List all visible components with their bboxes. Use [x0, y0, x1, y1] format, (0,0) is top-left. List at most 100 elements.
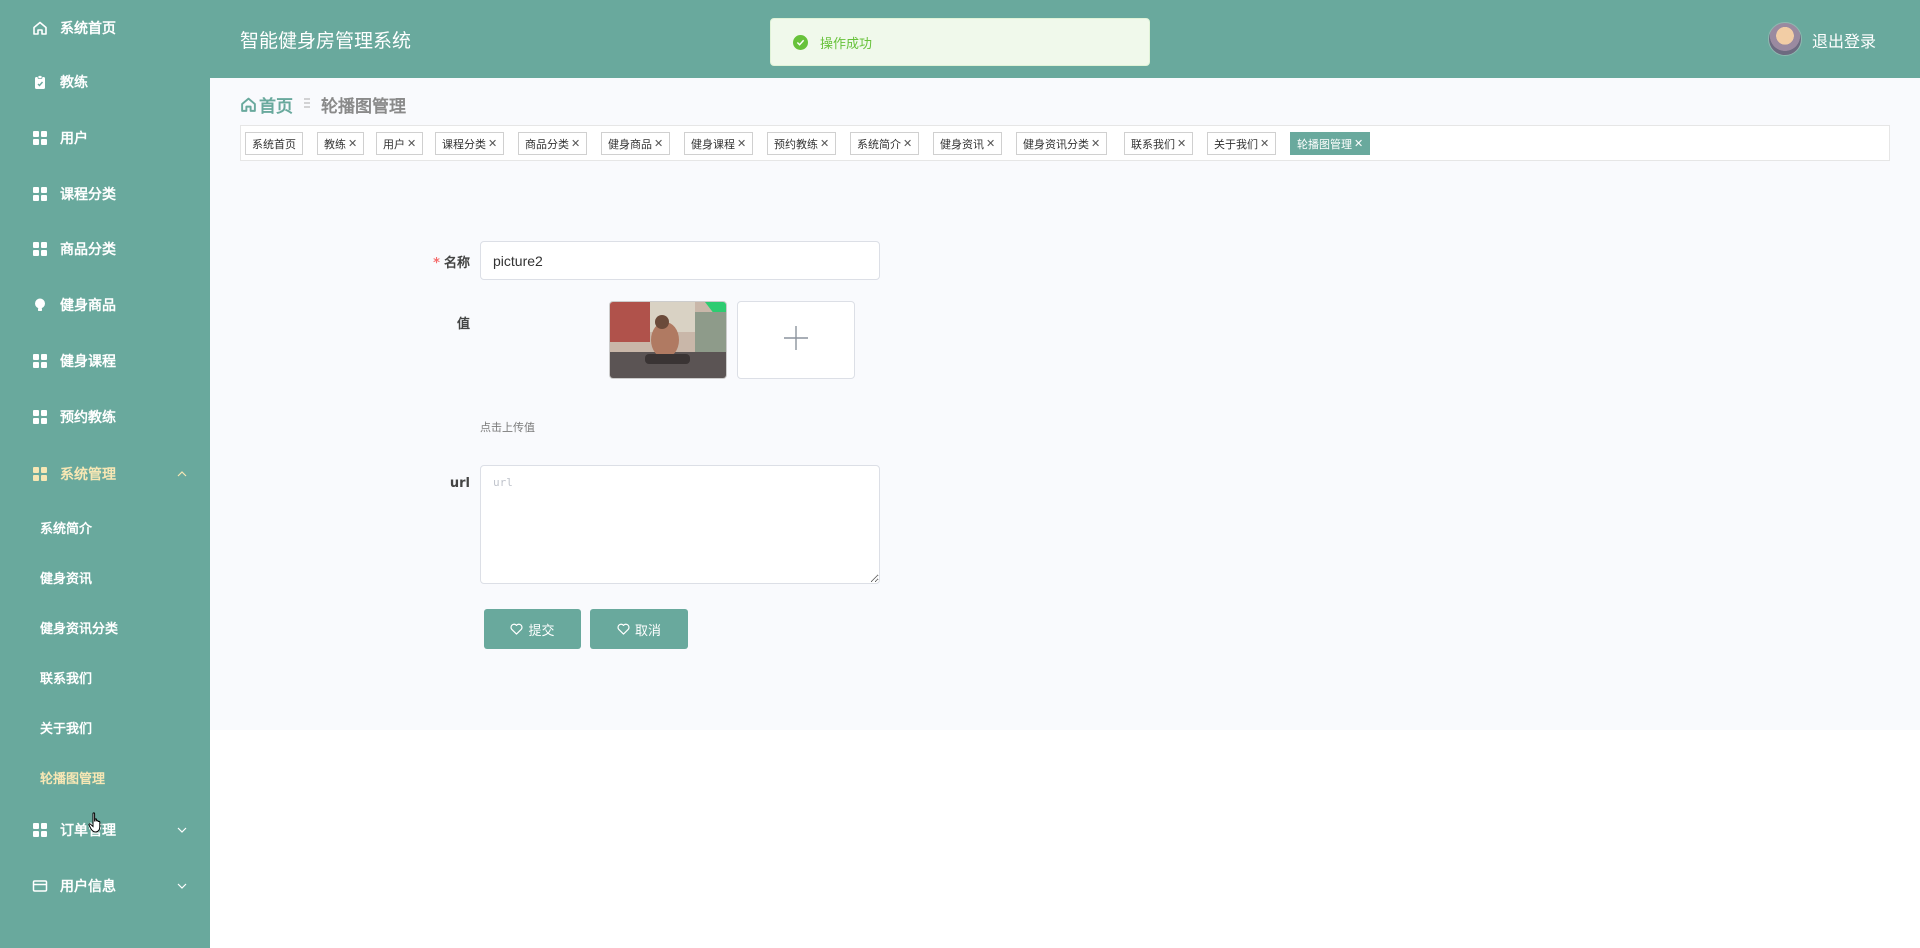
close-icon[interactable]: ✕: [348, 137, 357, 150]
sidebar-item-label: 课程分类: [60, 187, 116, 203]
sidebar-item-user-info[interactable]: 用户信息: [0, 858, 210, 914]
uploaded-image-thumbnail[interactable]: [609, 301, 727, 379]
sidebar-item-book-coach[interactable]: 预约教练: [0, 389, 210, 445]
sidebar: 系统首页 教练 用户 课程分类 商品分类 健身商品 健身课程 预约教练 系统管理: [0, 0, 210, 948]
value-label: 值: [456, 317, 470, 332]
tag-fitness-courses[interactable]: 健身课程 ✕: [684, 132, 754, 155]
sidebar-subitem-system-intro[interactable]: 系统简介: [0, 502, 210, 552]
sidebar-item-fitness-courses[interactable]: 健身课程: [0, 333, 210, 389]
close-icon[interactable]: ✕: [737, 137, 746, 150]
sidebar-subitem-label: 系统简介: [40, 521, 93, 537]
tag-book-coach[interactable]: 预约教练 ✕: [767, 132, 837, 155]
tag-label: 关于我们: [1214, 137, 1258, 151]
sidebar-item-user[interactable]: 用户: [0, 110, 210, 166]
sidebar-subitem-label: 轮播图管理: [40, 771, 106, 787]
sidebar-item-system-management[interactable]: 系统管理: [0, 446, 210, 502]
tag-course-category[interactable]: 课程分类 ✕: [435, 132, 505, 155]
grid-icon: [32, 466, 48, 482]
toast-message: 操作成功: [820, 36, 873, 52]
hand-cursor-icon: [88, 812, 104, 838]
sidebar-subitem-carousel-management[interactable]: 轮播图管理: [0, 752, 210, 802]
tag-contact-us[interactable]: 联系我们 ✕: [1124, 132, 1194, 155]
tag-label: 系统简介: [857, 137, 901, 151]
close-icon[interactable]: ✕: [1260, 137, 1269, 150]
sidebar-item-label: 用户: [60, 131, 88, 147]
breadcrumb-separator-icon: [303, 97, 311, 112]
sidebar-item-product-category[interactable]: 商品分类: [0, 221, 210, 277]
sidebar-item-label: 教练: [60, 75, 88, 91]
chevron-up-icon: [176, 468, 188, 480]
sidebar-item-label: 预约教练: [60, 410, 116, 426]
submit-label: 提交: [528, 623, 555, 639]
tag-label: 健身资讯分类: [1023, 137, 1089, 151]
sidebar-subitem-label: 健身资讯: [40, 571, 93, 587]
tag-label: 用户: [383, 137, 405, 151]
tag-product-category[interactable]: 商品分类 ✕: [518, 132, 588, 155]
sidebar-item-label: 系统首页: [60, 21, 116, 37]
chevron-down-icon: [176, 824, 188, 836]
grid-icon: [32, 241, 48, 257]
close-icon[interactable]: ✕: [903, 137, 912, 150]
close-icon[interactable]: ✕: [986, 137, 995, 150]
success-toast: 操作成功: [770, 18, 1150, 66]
name-input[interactable]: [480, 241, 880, 280]
tag-home[interactable]: 系统首页: [245, 132, 303, 155]
tag-user[interactable]: 用户 ✕: [376, 132, 424, 155]
app-title: 智能健身房管理系统: [240, 30, 412, 52]
avatar[interactable]: [1768, 22, 1802, 56]
sidebar-subitem-label: 联系我们: [40, 671, 93, 687]
sidebar-item-label: 健身课程: [60, 354, 116, 370]
sidebar-item-label: 商品分类: [60, 242, 116, 258]
tag-label: 系统首页: [252, 137, 296, 151]
tag-fitness-news[interactable]: 健身资讯 ✕: [933, 132, 1003, 155]
close-icon[interactable]: ✕: [571, 137, 580, 150]
submit-button[interactable]: 提交: [484, 609, 581, 649]
tag-label: 商品分类: [525, 137, 569, 151]
plus-icon: [782, 324, 810, 356]
tag-label: 健身商品: [608, 137, 652, 151]
close-icon[interactable]: ✕: [488, 137, 497, 150]
tag-label: 课程分类: [442, 137, 486, 151]
close-icon[interactable]: ✕: [1354, 137, 1363, 150]
sidebar-item-order-management[interactable]: 订单管理: [0, 802, 210, 858]
sidebar-item-coach[interactable]: 教练: [0, 54, 210, 110]
grid-icon: [32, 353, 48, 369]
tag-fitness-news-category[interactable]: 健身资讯分类 ✕: [1016, 132, 1108, 155]
close-icon[interactable]: ✕: [820, 137, 829, 150]
sidebar-item-label: 系统管理: [60, 467, 116, 483]
tag-carousel-management[interactable]: 轮播图管理 ✕: [1290, 132, 1371, 155]
sidebar-subitem-contact-us[interactable]: 联系我们: [0, 652, 210, 702]
breadcrumb-home-label: 首页: [259, 97, 293, 117]
sidebar-item-fitness-products[interactable]: 健身商品: [0, 277, 210, 333]
sidebar-subitem-about-us[interactable]: 关于我们: [0, 702, 210, 752]
card-icon: [32, 878, 48, 894]
home-icon: [240, 96, 257, 113]
sidebar-item-course-category[interactable]: 课程分类: [0, 166, 210, 222]
name-label: * 名称: [400, 252, 470, 271]
image-upload-button[interactable]: [737, 301, 855, 379]
close-icon[interactable]: ✕: [1091, 137, 1100, 150]
breadcrumb-home[interactable]: 首页: [240, 92, 293, 117]
close-icon[interactable]: ✕: [1177, 137, 1186, 150]
name-label-text: 名称: [443, 256, 470, 271]
clipboard-icon: [32, 74, 48, 90]
tag-about-us[interactable]: 关于我们 ✕: [1207, 132, 1277, 155]
breadcrumb: 首页 轮播图管理: [240, 92, 406, 117]
tag-system-intro[interactable]: 系统简介 ✕: [850, 132, 920, 155]
tag-label: 联系我们: [1131, 137, 1175, 151]
close-icon[interactable]: ✕: [654, 137, 663, 150]
top-header: 智能健身房管理系统 操作成功 退出登录: [210, 0, 1920, 78]
sidebar-subitem-fitness-news[interactable]: 健身资讯: [0, 552, 210, 602]
logout-button[interactable]: 退出登录: [1812, 28, 1876, 52]
close-icon[interactable]: ✕: [407, 137, 416, 150]
sidebar-item-home[interactable]: 系统首页: [0, 0, 210, 56]
url-textarea[interactable]: [480, 465, 880, 584]
sidebar-item-label: 健身商品: [60, 298, 116, 314]
cancel-button[interactable]: 取消: [590, 609, 688, 649]
tag-fitness-products[interactable]: 健身商品 ✕: [601, 132, 671, 155]
check-circle-icon: [793, 34, 808, 50]
url-label: url: [449, 476, 470, 491]
sidebar-subitem-fitness-news-category[interactable]: 健身资讯分类: [0, 602, 210, 652]
tag-label: 轮播图管理: [1297, 137, 1352, 151]
tag-coach[interactable]: 教练 ✕: [317, 132, 365, 155]
